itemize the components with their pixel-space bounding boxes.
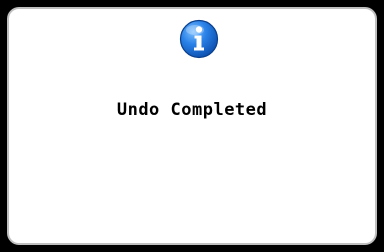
dialog-message: Undo Completed <box>116 100 268 120</box>
device-screen: Undo Completed <box>0 0 384 252</box>
info-icon <box>179 19 219 59</box>
message-dialog: Undo Completed <box>7 7 377 245</box>
